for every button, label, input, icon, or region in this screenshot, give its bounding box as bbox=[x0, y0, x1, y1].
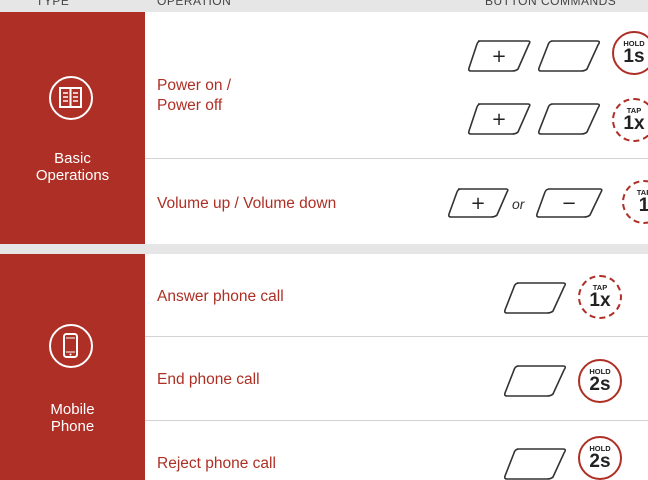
badge-value: 2s bbox=[589, 451, 611, 472]
or-label: or bbox=[512, 196, 525, 212]
tap-badge: TAP 1 bbox=[622, 180, 648, 224]
power-on-off-operation: Power on / Power off bbox=[157, 76, 231, 116]
badge-value: 1s bbox=[623, 46, 645, 67]
reject-call-operation: Reject phone call bbox=[157, 455, 276, 472]
minus-button-icon: − bbox=[535, 188, 603, 218]
hold-badge: HOLD 2s bbox=[578, 359, 622, 403]
row-divider bbox=[145, 336, 648, 337]
plus-button-icon: + bbox=[447, 188, 509, 218]
tap-badge: TAP 1x bbox=[612, 98, 648, 142]
volume-operation: Volume up / Volume down bbox=[157, 195, 337, 212]
mobile-phone-label: Mobile Phone bbox=[0, 401, 145, 435]
table-header: TYPE OPERATION BUTTON COMMANDS bbox=[0, 0, 648, 12]
center-button-icon bbox=[503, 365, 567, 397]
badge-value: 1x bbox=[589, 290, 611, 311]
button-commands-column-header: BUTTON COMMANDS bbox=[485, 0, 617, 8]
center-button-icon bbox=[503, 282, 567, 314]
hold-badge: HOLD 1s bbox=[612, 31, 648, 75]
badge-value: 1x bbox=[623, 113, 645, 134]
answer-call-operation: Answer phone call bbox=[157, 288, 284, 305]
row-divider bbox=[145, 158, 648, 159]
category-label-line2: Operations bbox=[35, 167, 110, 184]
category-label-line1: Basic bbox=[54, 150, 91, 167]
mobile-phone-icon bbox=[49, 324, 93, 368]
svg-text:+: + bbox=[470, 193, 485, 214]
badge-value: 1 bbox=[638, 195, 648, 216]
center-button-icon bbox=[537, 103, 601, 135]
svg-text:+: + bbox=[491, 109, 506, 130]
type-column-header: TYPE bbox=[36, 0, 70, 8]
basic-operations-band bbox=[0, 12, 145, 244]
end-call-operation: End phone call bbox=[157, 371, 260, 388]
tap-badge: TAP 1x bbox=[578, 275, 622, 319]
center-button-icon bbox=[503, 448, 567, 480]
book-icon bbox=[49, 76, 93, 120]
badge-value: 2s bbox=[589, 374, 611, 395]
operation-column-header: OPERATION bbox=[157, 0, 232, 8]
svg-text:+: + bbox=[491, 46, 506, 67]
operation-label-line1: Power on / bbox=[157, 77, 232, 94]
center-button-icon bbox=[537, 40, 601, 72]
row-divider bbox=[145, 420, 648, 421]
hold-badge: HOLD 2s bbox=[578, 436, 622, 480]
basic-operations-label: Basic Operations bbox=[0, 150, 145, 184]
plus-button-icon: + bbox=[467, 40, 531, 72]
svg-text:−: − bbox=[561, 193, 576, 214]
plus-button-icon: + bbox=[467, 103, 531, 135]
section-separator bbox=[0, 244, 648, 254]
category-label-line1: Mobile bbox=[50, 401, 95, 418]
category-label-line2: Phone bbox=[50, 418, 95, 435]
operation-label-line2: Power off bbox=[157, 97, 223, 114]
